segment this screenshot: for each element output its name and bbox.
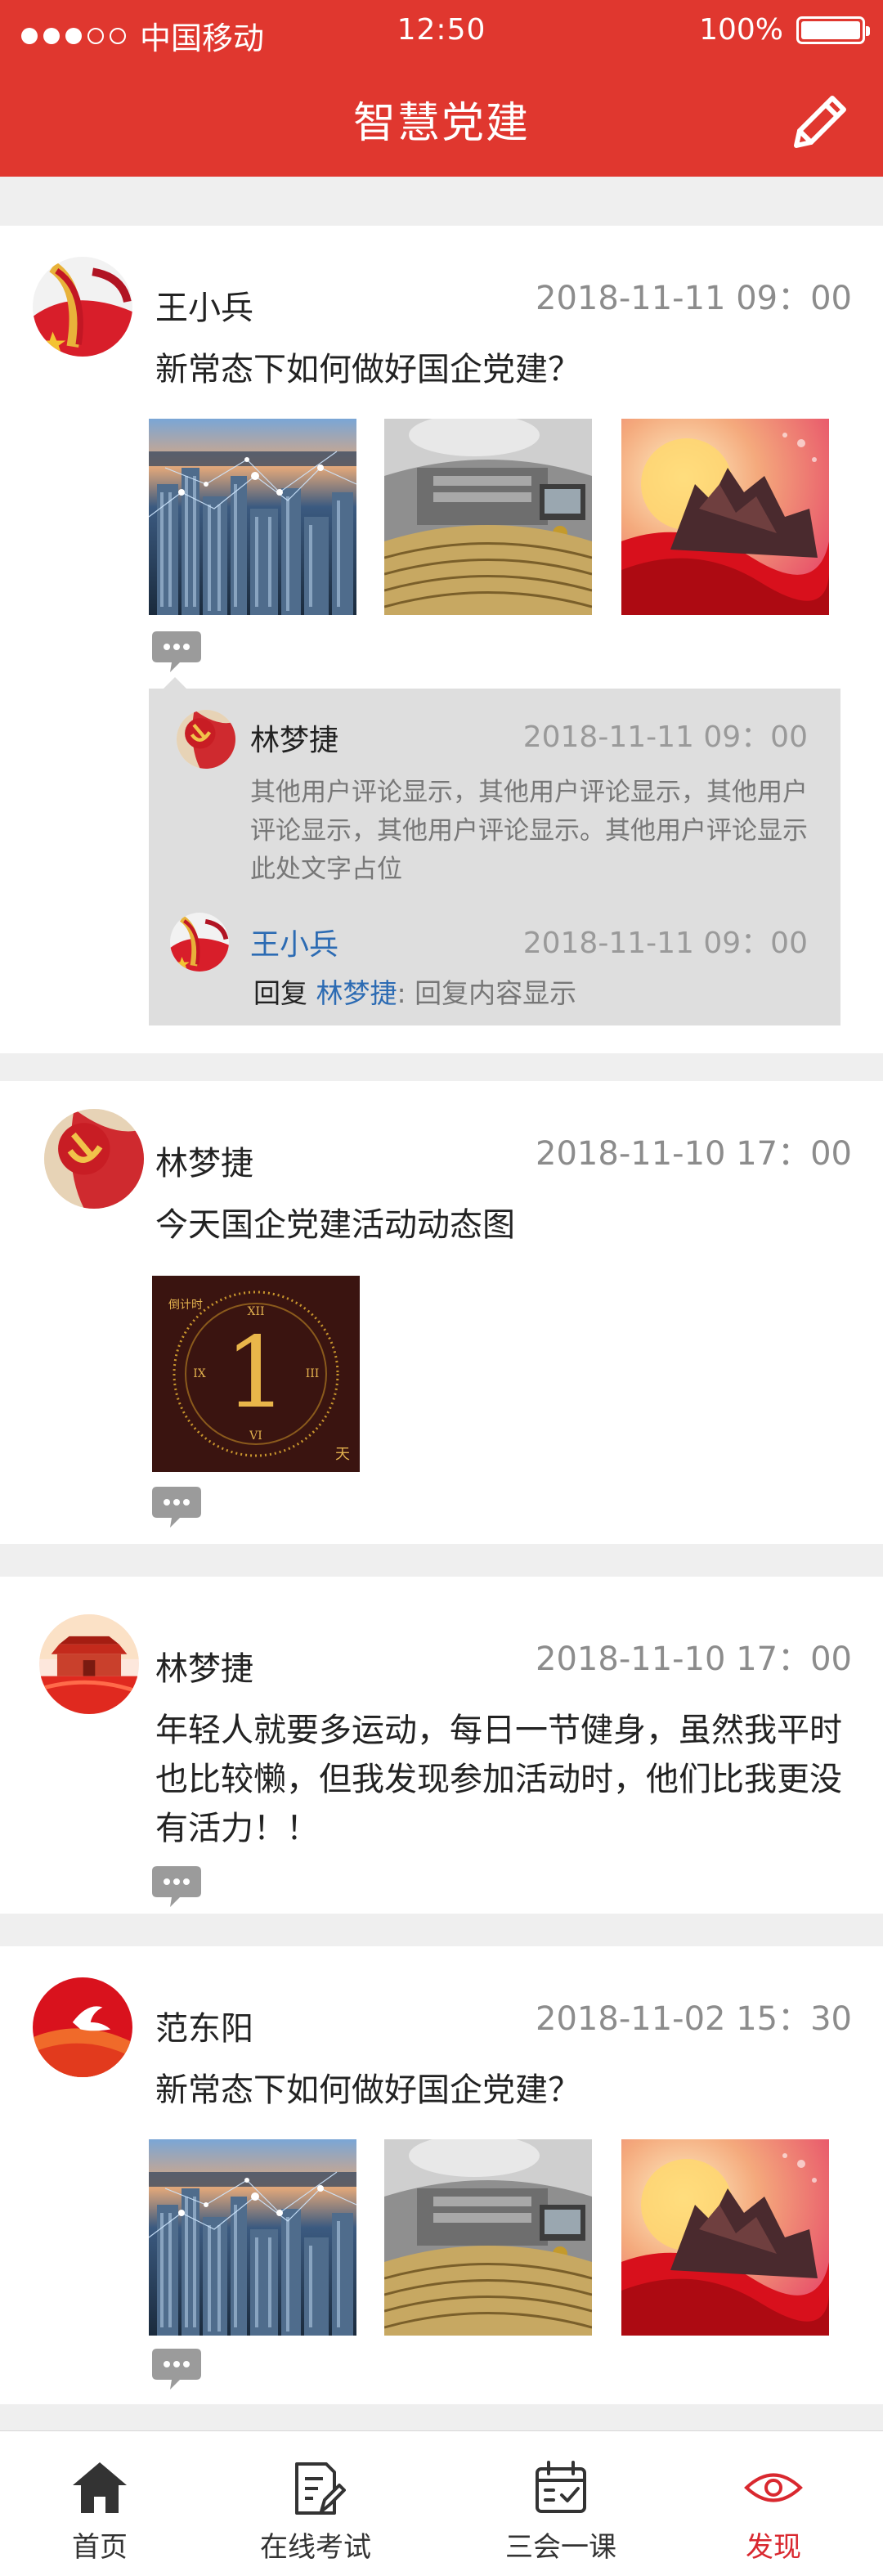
exam-icon	[295, 2462, 346, 2515]
svg-text:VI: VI	[249, 1429, 262, 1443]
post-image[interactable]: XII III VI IX 倒计时 1 天	[152, 1276, 360, 1472]
post-image[interactable]	[384, 2139, 592, 2336]
reply-label: 回复	[253, 977, 307, 1009]
comment-icon[interactable]	[152, 1487, 201, 1529]
tab-online-exam[interactable]: 在线考试	[234, 2431, 397, 2576]
tab-meetings[interactable]: 三会一课	[479, 2431, 643, 2576]
avatar[interactable]	[33, 1977, 132, 2077]
avatar[interactable]	[44, 1109, 144, 1209]
comment-text: 其他用户评论显示，其他用户评论显示，其他用户评论显示，其他用户评论显示。其他用户…	[250, 778, 808, 884]
post-text: 年轻人就要多运动，每日一节健身，虽然我平时也比较懒，但我发现参加活动时，他们比我…	[155, 1712, 842, 1847]
countdown-label: 倒计时	[168, 1299, 203, 1312]
post-image[interactable]	[149, 419, 356, 615]
app-header: 中国移动 12:50 100% 智慧党建	[0, 0, 883, 177]
comment-icon[interactable]	[152, 2349, 201, 2391]
tab-discover[interactable]: 发现	[692, 2431, 855, 2576]
reply-line: 回复 林梦捷: 回复内容显示	[253, 972, 576, 1011]
post-image[interactable]	[149, 2139, 356, 2336]
tab-label: 发现	[746, 2531, 801, 2564]
post-text: 今天国企党建活动动态图	[155, 1206, 515, 1244]
post-text: 新常态下如何做好国企党建？	[155, 2071, 580, 2109]
post-time: 2018-11-11 09：00	[536, 280, 852, 317]
reply-target[interactable]: 林梦捷	[316, 977, 397, 1009]
comment-panel: 林梦捷 2018-11-11 09：00 其他用户评论显示，其他用户评论显示，其…	[149, 677, 840, 1025]
post-time: 2018-11-10 17：00	[536, 1135, 852, 1173]
reply-text: : 回复内容显示	[397, 977, 577, 1009]
post-image[interactable]	[621, 2139, 829, 2336]
post-card: 林梦捷 2018-11-10 17：00 今天国企党建活动动态图 XII III …	[0, 1081, 883, 1544]
post-author[interactable]: 林梦捷	[155, 1642, 253, 1690]
battery-indicator: 100%	[699, 13, 870, 47]
home-icon	[73, 2462, 127, 2513]
tab-label: 三会一课	[505, 2531, 616, 2564]
post-time: 2018-11-10 17：00	[536, 1640, 852, 1678]
compose-button[interactable]	[785, 88, 854, 157]
post-author[interactable]: 林梦捷	[155, 1137, 253, 1184]
avatar[interactable]	[33, 257, 132, 357]
svg-text:IX: IX	[193, 1367, 206, 1380]
pencil-icon	[794, 96, 846, 148]
comment-icon[interactable]	[152, 1866, 201, 1909]
svg-text:III: III	[306, 1367, 320, 1380]
post-card: 范东阳 2018-11-02 15：30 新常态下如何做好国企党建？	[0, 1946, 883, 2404]
tab-home[interactable]: 首页	[18, 2431, 182, 2576]
calendar-icon	[536, 2461, 586, 2513]
countdown-number: 1	[225, 1317, 287, 1430]
post-image[interactable]	[621, 419, 829, 615]
battery-icon	[796, 16, 870, 44]
tab-label: 首页	[72, 2531, 128, 2564]
post-text: 新常态下如何做好国企党建？	[155, 351, 580, 388]
countdown-unit: 天	[335, 1446, 350, 1463]
page-title: 智慧党建	[352, 99, 530, 148]
avatar[interactable]	[177, 710, 235, 769]
comment-author[interactable]: 林梦捷	[250, 716, 338, 759]
post-author[interactable]: 王小兵	[155, 281, 253, 329]
status-bar: 中国移动 12:50 100%	[0, 0, 883, 65]
post-card: 王小兵 2018-11-11 09：00 新常态下如何做好国企党建？ 林梦捷 2…	[0, 226, 883, 1053]
comment-time: 2018-11-11 09：00	[522, 927, 808, 960]
eye-icon	[744, 2473, 803, 2502]
bottom-tab-bar: 首页 在线考试 三会一课 发现	[0, 2430, 883, 2576]
post-image[interactable]	[384, 419, 592, 615]
comment-author[interactable]: 王小兵	[250, 921, 338, 963]
post-time: 2018-11-02 15：30	[536, 2000, 852, 2038]
comment-icon[interactable]	[152, 631, 201, 674]
tab-label: 在线考试	[260, 2531, 371, 2564]
app-screen: 中国移动 12:50 100% 智慧党建 王小兵 2018-11-11 09：0…	[0, 0, 883, 2576]
post-author[interactable]: 范东阳	[155, 2002, 253, 2049]
countdown-image: XIIIII VIIX 倒计时 1 天	[152, 1276, 360, 1472]
battery-percent: 100%	[699, 13, 783, 47]
post-card: 林梦捷 2018-11-10 17：00 年轻人就要多运动，每日一节健身，虽然我…	[0, 1577, 883, 1914]
comment-time: 2018-11-11 09：00	[522, 720, 808, 754]
avatar[interactable]	[170, 913, 229, 972]
avatar[interactable]	[39, 1614, 139, 1714]
